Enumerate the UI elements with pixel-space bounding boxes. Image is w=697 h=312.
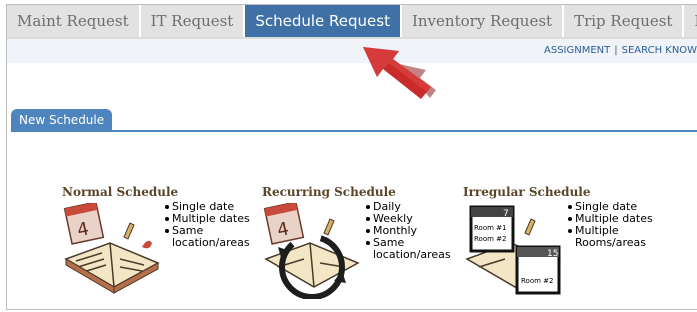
top-tab-bar: Maint Request IT Request Schedule Reques… <box>7 5 697 39</box>
assignment-link[interactable]: ASSIGNMENT <box>544 45 610 56</box>
tab-new-schedule[interactable]: New Schedule <box>11 109 113 131</box>
svg-text:7: 7 <box>503 209 509 219</box>
recurring-schedule-features: Daily Weekly Monthly Same location/areas <box>365 201 451 261</box>
tab-inventory-request[interactable]: Inventory Request <box>401 5 565 37</box>
irregular-schedule-option[interactable]: Irregular Schedule 7 Room #1 Room #2 15 … <box>463 185 653 309</box>
irregular-schedule-title[interactable]: Irregular Schedule <box>463 185 590 199</box>
list-item: Same location/areas <box>164 225 252 249</box>
normal-schedule-option[interactable]: Normal Schedule 4 Single date Multiple d… <box>62 185 250 309</box>
recurring-calendar-icon: 4 <box>263 203 360 299</box>
red-arrow-icon <box>363 47 436 99</box>
tab-it-request[interactable]: IT Request <box>140 5 246 37</box>
sub-nav-links: ASSIGNMENT | SEARCH KNOW <box>544 45 697 56</box>
normal-schedule-title[interactable]: Normal Schedule <box>62 185 178 199</box>
svg-text:Room #2: Room #2 <box>521 277 553 285</box>
tab-my-requests[interactable]: My Requests <box>684 5 697 37</box>
recurring-schedule-title[interactable]: Recurring Schedule <box>262 185 396 199</box>
sub-nav-separator: | <box>614 45 618 56</box>
tab-maint-request[interactable]: Maint Request <box>7 5 141 37</box>
irregular-schedule-features: Single date Multiple dates Multiple Room… <box>567 201 655 249</box>
list-item: Multiple Rooms/areas <box>567 225 655 249</box>
svg-text:Room #1: Room #1 <box>474 224 506 232</box>
list-item: Same location/areas <box>365 237 451 261</box>
calendar-book-icon: 4 <box>63 203 160 294</box>
svg-text:Room #2: Room #2 <box>474 235 506 243</box>
tab-trip-request[interactable]: Trip Request <box>564 5 685 37</box>
rooms-calendar-icon: 7 Room #1 Room #2 15 Room #2 <box>465 205 561 295</box>
section-divider <box>11 130 697 132</box>
app-frame: Maint Request IT Request Schedule Reques… <box>6 4 697 310</box>
recurring-schedule-option[interactable]: Recurring Schedule 4 Daily Weekly Monthl… <box>262 185 451 309</box>
svg-text:15: 15 <box>547 249 558 259</box>
search-knowledge-link[interactable]: SEARCH KNOW <box>622 45 697 56</box>
tab-schedule-request[interactable]: Schedule Request <box>245 5 402 37</box>
normal-schedule-features: Single date Multiple dates Same location… <box>164 201 252 249</box>
